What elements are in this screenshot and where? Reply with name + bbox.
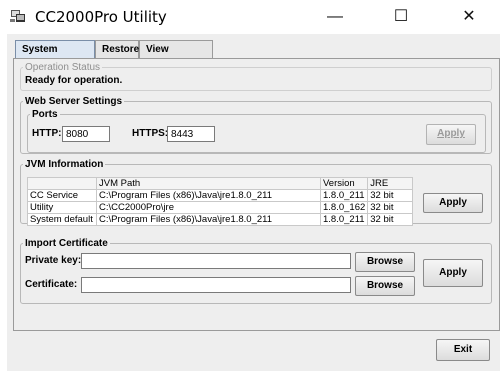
https-port-field[interactable] — [167, 126, 215, 142]
web-server-apply-button[interactable]: Apply — [426, 124, 476, 145]
import-certificate-group: Import Certificate Private key: Browse C… — [20, 238, 492, 304]
ports-legend: Ports — [32, 109, 58, 120]
column-header-jre: JRE — [367, 177, 414, 190]
private-key-browse-button[interactable]: Browse — [355, 252, 415, 272]
web-server-settings-legend: Web Server Settings — [25, 96, 123, 107]
window-client-area: System Settings Restore View Licenses Op… — [7, 34, 500, 371]
certificate-apply-button[interactable]: Apply — [423, 259, 483, 287]
tab-view-licenses[interactable]: View Licenses — [139, 40, 213, 72]
certificate-browse-button[interactable]: Browse — [355, 276, 415, 296]
tab-restore[interactable]: Restore — [95, 40, 139, 59]
operation-status-text: Ready for operation. — [25, 75, 123, 86]
title-bar: CC2000Pro Utility — ☐ ✕ — [0, 0, 500, 34]
operation-status-group: Operation Status Ready for operation. — [20, 62, 492, 91]
cell-jvm-path: C:\Program Files (x86)\Java\jre1.8.0_211 — [96, 213, 321, 226]
cell-version: 1.8.0_162 — [319, 201, 369, 214]
certificate-field[interactable] — [81, 277, 351, 293]
cell-version: 1.8.0_211 — [319, 213, 369, 226]
http-label: HTTP: — [32, 128, 62, 139]
cell-jre: 32 bit — [367, 189, 414, 202]
column-header — [27, 177, 97, 190]
table-header-row: JVM Path Version JRE — [27, 177, 414, 190]
import-certificate-legend: Import Certificate — [25, 238, 108, 249]
ports-group: Ports HTTP: HTTPS: Apply — [27, 109, 486, 153]
minimize-button[interactable]: — — [312, 0, 358, 34]
jvm-information-legend: JVM Information — [25, 159, 104, 170]
column-header-version: Version — [319, 177, 369, 190]
system-settings-panel: Operation Status Ready for operation. We… — [13, 58, 500, 331]
cell-jre: 32 bit — [367, 213, 414, 226]
close-button[interactable]: ✕ — [446, 0, 492, 34]
http-port-field[interactable] — [62, 126, 110, 142]
exit-button[interactable]: Exit — [436, 339, 490, 361]
column-header-jvm-path: JVM Path — [96, 177, 321, 190]
https-label: HTTPS: — [132, 128, 169, 139]
cell-version: 1.8.0_211 — [319, 189, 369, 202]
cell-component: CC Service — [27, 189, 97, 202]
operation-status-legend: Operation Status — [25, 62, 101, 73]
table-row[interactable]: Utility C:\CC2000Pro\jre 1.8.0_162 32 bi… — [27, 201, 414, 214]
cell-component: System default — [27, 213, 97, 226]
certificate-label: Certificate: — [25, 279, 78, 290]
table-row[interactable]: System default C:\Program Files (x86)\Ja… — [27, 213, 414, 226]
tab-system-settings[interactable]: System Settings — [15, 40, 95, 72]
app-icon — [10, 10, 25, 22]
jvm-table: JVM Path Version JRE CC Service C:\Progr… — [27, 177, 414, 226]
cell-jvm-path: C:\Program Files (x86)\Java\jre1.8.0_211 — [96, 189, 321, 202]
window-title: CC2000Pro Utility — [35, 8, 167, 26]
private-key-label: Private key: — [25, 255, 82, 266]
cell-component: Utility — [27, 201, 97, 214]
jvm-apply-button[interactable]: Apply — [423, 193, 483, 213]
table-row[interactable]: CC Service C:\Program Files (x86)\Java\j… — [27, 189, 414, 202]
cell-jvm-path: C:\CC2000Pro\jre — [96, 201, 321, 214]
maximize-button[interactable]: ☐ — [378, 0, 424, 34]
private-key-field[interactable] — [81, 253, 351, 269]
cell-jre: 32 bit — [367, 201, 414, 214]
web-server-settings-group: Web Server Settings Ports HTTP: HTTPS: A… — [20, 96, 492, 154]
